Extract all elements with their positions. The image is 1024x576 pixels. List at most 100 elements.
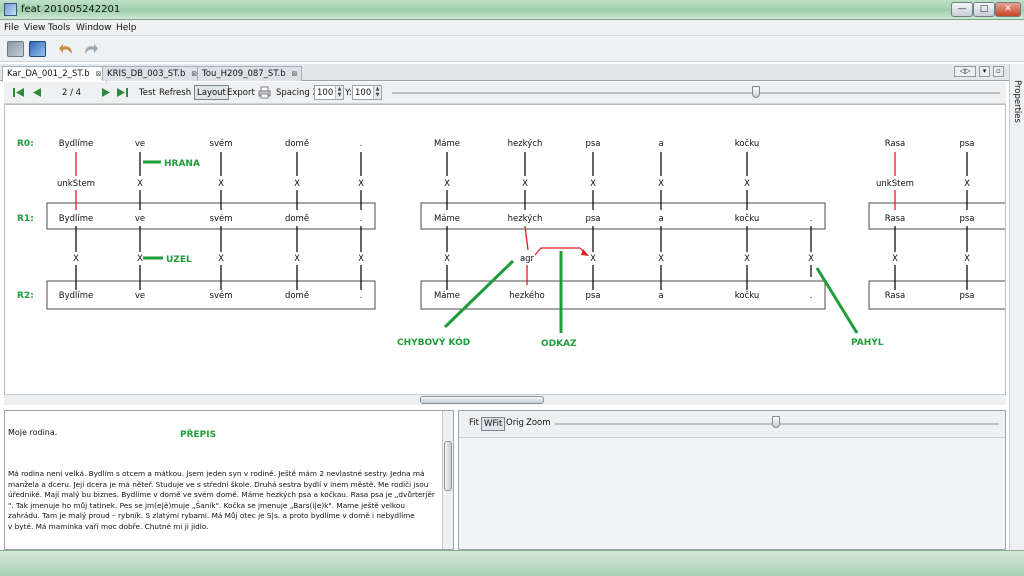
spinner-arrows-icon[interactable]: ▲ ▼ [373, 86, 381, 99]
transcript-vertical-scrollbar[interactable] [442, 411, 453, 549]
node-label[interactable]: X [590, 254, 596, 264]
refresh-button[interactable]: Refresh [159, 88, 191, 98]
word-r1[interactable]: psa [959, 214, 974, 224]
tab-tou-h209-087[interactable]: Tou_H209_087_ST.b ⊠ [197, 66, 303, 81]
maximize-pane-icon[interactable]: ▫ [993, 66, 1004, 77]
word-r1[interactable]: domě [285, 214, 309, 224]
word-r0[interactable]: svém [210, 138, 233, 149]
word-r1[interactable]: svém [210, 213, 233, 224]
node-label[interactable]: X [658, 254, 664, 264]
word-r1[interactable]: Rasa [885, 214, 906, 224]
word-r0[interactable]: kočku [735, 138, 760, 149]
error-code-label[interactable]: agr [520, 254, 535, 264]
word-r0[interactable]: hezkých [508, 139, 543, 149]
node-label[interactable]: X [137, 254, 143, 264]
last-page-icon[interactable] [116, 86, 129, 99]
word-r0[interactable]: a [658, 139, 663, 149]
node-label[interactable]: X [808, 254, 814, 264]
node-label[interactable]: X [964, 254, 970, 264]
tab-close-icon[interactable]: ⊠ [292, 70, 298, 78]
properties-panel-toggle[interactable]: Properties [1009, 64, 1024, 550]
fit-button[interactable]: Fit [467, 417, 481, 429]
tab-close-icon[interactable]: ⊠ [96, 70, 102, 78]
maximize-button[interactable]: □ [973, 2, 995, 17]
spacing-y-input[interactable]: 100 ▲ ▼ [352, 85, 382, 100]
word-r0[interactable]: . [360, 139, 363, 149]
save-all-icon[interactable] [7, 41, 24, 57]
export-button[interactable]: Export [227, 88, 255, 98]
scrollbar-thumb[interactable] [420, 396, 544, 404]
zoom-slider-track[interactable] [392, 92, 1000, 94]
node-label[interactable]: X [964, 179, 970, 189]
node-label[interactable]: X [522, 179, 528, 189]
word-r2[interactable]: Bydlíme [59, 291, 94, 301]
word-r2[interactable]: svém [210, 290, 233, 301]
node-label[interactable]: X [358, 179, 364, 189]
node-label[interactable]: X [294, 254, 300, 264]
next-page-icon[interactable] [100, 86, 113, 99]
word-r1[interactable]: . [360, 214, 363, 224]
word-r2[interactable]: psa [959, 291, 974, 301]
word-r2[interactable]: Rasa [885, 291, 906, 301]
word-r1[interactable]: Máme [434, 214, 460, 224]
word-r2[interactable]: . [810, 291, 813, 301]
node-label[interactable]: X [294, 179, 300, 189]
close-button[interactable]: ✕ [995, 2, 1021, 17]
word-r0[interactable]: ve [135, 139, 145, 149]
redo-icon[interactable] [82, 41, 99, 57]
word-r2[interactable]: domě [285, 291, 309, 301]
menu-view[interactable]: View [24, 23, 45, 33]
node-label[interactable]: X [892, 254, 898, 264]
word-r1[interactable]: . [810, 214, 813, 224]
word-r1[interactable]: a [658, 214, 663, 224]
tab-list-icon[interactable]: ▾ [979, 66, 990, 77]
minimize-button[interactable]: — [951, 2, 973, 17]
tab-scroll-arrows[interactable]: ◁▷ [954, 66, 976, 77]
word-r2[interactable]: psa [585, 291, 600, 301]
word-r0[interactable]: Bydlíme [59, 139, 94, 149]
prev-page-icon[interactable] [30, 86, 43, 99]
word-r0[interactable]: domě [285, 139, 309, 149]
node-label[interactable]: X [218, 179, 224, 189]
word-r0[interactable]: psa [585, 139, 600, 149]
node-label[interactable]: unkStem [57, 179, 95, 189]
node-label[interactable]: X [444, 179, 450, 189]
orig-button[interactable]: Orig [504, 417, 526, 429]
menu-help[interactable]: Help [116, 23, 137, 33]
node-label[interactable]: X [73, 254, 79, 264]
node-label[interactable]: X [358, 254, 364, 264]
word-r1[interactable]: kočku [735, 213, 760, 224]
undo-icon[interactable] [58, 41, 75, 57]
word-r1[interactable]: hezkých [508, 214, 543, 224]
tab-kar-da-001[interactable]: Kar_DA_001_2_ST.b ⊠ [2, 66, 107, 82]
zoom-slider-thumb[interactable] [752, 86, 760, 98]
word-r2[interactable]: a [658, 291, 663, 301]
canvas-horizontal-scrollbar[interactable] [4, 394, 1006, 405]
menu-tools[interactable]: Tools [48, 23, 70, 33]
spinner-arrows-icon[interactable]: ▲ ▼ [335, 86, 343, 99]
image-zoom-slider-thumb[interactable] [772, 416, 780, 428]
word-r2[interactable]: hezkého [509, 290, 545, 301]
word-r1[interactable]: psa [585, 214, 600, 224]
node-label[interactable]: X [744, 254, 750, 264]
print-icon[interactable] [258, 86, 271, 99]
save-icon[interactable] [29, 41, 46, 57]
layout-button[interactable]: Layout [194, 85, 229, 100]
menu-window[interactable]: Window [76, 23, 112, 33]
word-r0[interactable]: Rasa [885, 139, 906, 149]
node-label[interactable]: X [137, 179, 143, 189]
word-r2[interactable]: kočku [735, 290, 760, 301]
word-r2[interactable]: Máme [434, 291, 460, 301]
image-view-area[interactable] [459, 437, 1005, 549]
node-label[interactable]: X [658, 179, 664, 189]
word-r2[interactable]: ve [135, 291, 145, 301]
word-r0[interactable]: psa [959, 139, 974, 149]
first-page-icon[interactable] [12, 86, 25, 99]
word-r0[interactable]: Máme [434, 139, 460, 149]
word-r1[interactable]: Bydlíme [59, 214, 94, 224]
node-label[interactable]: X [444, 254, 450, 264]
test-button[interactable]: Test [139, 88, 156, 98]
wfit-button[interactable]: WFit [481, 417, 506, 431]
node-label[interactable]: unkStem [876, 179, 914, 189]
tab-kris-db-003[interactable]: KRIS_DB_003_ST.b ⊠ [102, 66, 203, 81]
